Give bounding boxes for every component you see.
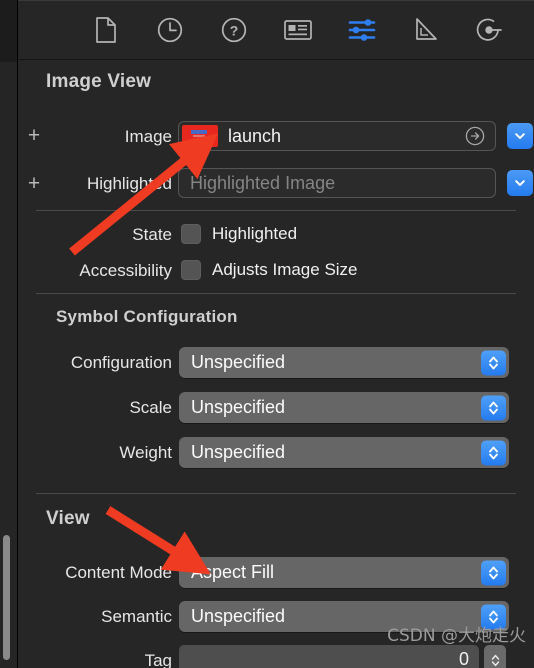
content-mode-popup-button[interactable]: Aspect Fill	[179, 557, 509, 588]
semantic-value: Unspecified	[191, 606, 286, 626]
weight-popup-button[interactable]: Unspecified	[179, 437, 509, 468]
image-popup-chevron-down-icon[interactable]	[507, 123, 533, 149]
image-thumbnail-preview	[182, 125, 218, 147]
scale-row-label: Scale	[129, 398, 172, 417]
accessibility-row-label: Accessibility	[79, 261, 172, 280]
configuration-popup-button[interactable]: Unspecified	[179, 347, 509, 378]
highlighted-image-placeholder: Highlighted Image	[190, 172, 336, 193]
section-title-image-view: Image View	[46, 71, 152, 92]
left-gutter-strip	[0, 0, 18, 668]
image-name-value: launch	[228, 125, 282, 146]
content-mode-row-label: Content Mode	[65, 563, 172, 582]
quick-help-inspector-icon[interactable]: ?	[217, 13, 251, 47]
section-title-symbol-configuration: Symbol Configuration	[56, 307, 238, 326]
section-title-view: View	[46, 508, 90, 529]
scale-value: Unspecified	[191, 397, 286, 417]
tag-row-label: Tag	[144, 651, 172, 668]
watermark-text: CSDN @大炮走火	[387, 626, 526, 646]
scale-popup-button[interactable]: Unspecified	[179, 392, 509, 423]
vertical-scrollbar-thumb[interactable]	[3, 535, 10, 660]
weight-stepper-icon[interactable]	[481, 440, 506, 465]
tag-value: 0	[458, 649, 469, 668]
connections-inspector-icon[interactable]	[473, 13, 507, 47]
content-mode-stepper-icon[interactable]	[481, 560, 506, 585]
weight-row-label: Weight	[119, 443, 172, 462]
highlighted-popup-chevron-down-icon[interactable]	[507, 170, 533, 196]
tag-field[interactable]: 0	[179, 645, 479, 668]
add-highlighted-variation-button[interactable]: +	[26, 173, 42, 194]
identity-inspector-icon[interactable]	[281, 13, 315, 47]
gutter-top-block	[0, 0, 17, 62]
configuration-value: Unspecified	[191, 352, 286, 372]
tag-stepper-icon[interactable]	[484, 645, 506, 668]
weight-value: Unspecified	[191, 442, 286, 462]
svg-text:?: ?	[230, 23, 239, 39]
separator-image-state	[36, 210, 516, 211]
content-mode-value: Aspect Fill	[191, 562, 275, 582]
highlighted-image-field[interactable]: Highlighted Image	[178, 168, 496, 198]
adjusts-image-size-label: Adjusts Image Size	[212, 260, 358, 279]
inspector-toolbar: ?	[18, 0, 534, 60]
configuration-row-label: Configuration	[70, 353, 172, 372]
configuration-stepper-icon[interactable]	[481, 350, 506, 375]
separator-symbol-view	[36, 493, 516, 494]
scale-stepper-icon[interactable]	[481, 395, 506, 420]
image-row-label: Image	[124, 127, 172, 146]
adjusts-image-size-checkbox[interactable]	[181, 260, 201, 280]
attributes-inspector-panel: ? Image View + Image launch + Highlighte…	[18, 0, 534, 668]
size-inspector-icon[interactable]	[409, 13, 443, 47]
separator-state-symbol	[36, 293, 516, 294]
state-row-label: State	[132, 225, 172, 244]
highlighted-row-label: Highlighted	[86, 174, 172, 193]
file-inspector-icon[interactable]	[89, 13, 123, 47]
arrow-right-circle-icon[interactable]	[465, 126, 485, 146]
state-highlighted-checkbox[interactable]	[181, 224, 201, 244]
add-image-variation-button[interactable]: +	[26, 125, 42, 146]
semantic-row-label: Semantic	[101, 607, 172, 626]
attributes-inspector-icon[interactable]	[345, 13, 379, 47]
history-inspector-icon[interactable]	[153, 13, 187, 47]
state-highlighted-label: Highlighted	[212, 224, 298, 243]
image-name-field[interactable]: launch	[178, 121, 496, 151]
